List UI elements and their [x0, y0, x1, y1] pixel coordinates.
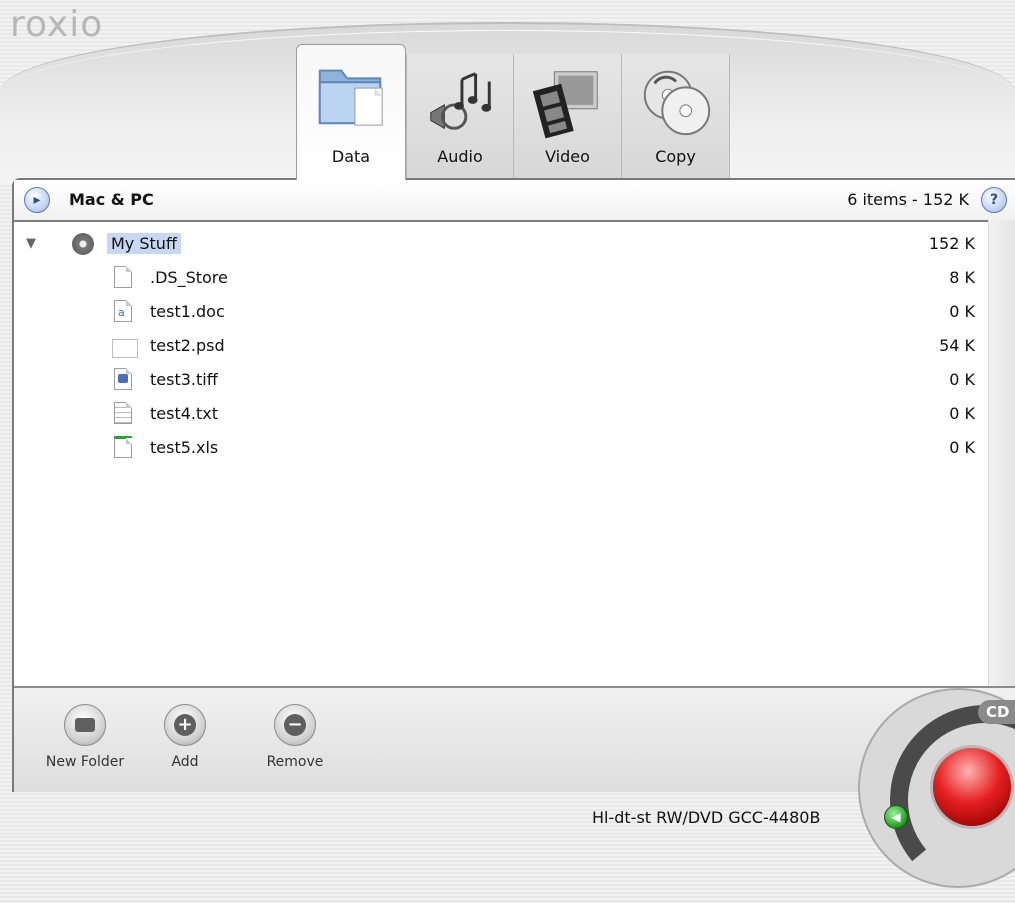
drive-select-icon[interactable]: ◀ [884, 805, 908, 829]
disc-icon [72, 233, 94, 255]
image-file-icon [114, 368, 132, 390]
file-name: .DS_Store [150, 268, 228, 287]
spreadsheet-file-icon [114, 436, 132, 458]
new-folder-button[interactable]: New Folder [40, 704, 130, 770]
list-item[interactable]: test5.xls 0 K [14, 432, 989, 464]
tree-root-name: My Stuff [107, 233, 181, 254]
format-icon[interactable]: ▸ [24, 187, 50, 213]
music-icon [430, 72, 492, 130]
tab-audio[interactable]: Audio [406, 54, 514, 180]
list-item[interactable]: .DS_Store 8 K [14, 262, 989, 294]
tree-root-name-wrap: My Stuff [107, 233, 181, 254]
window-corner-mark: ◦ [1005, 0, 1011, 7]
list-item[interactable]: a test1.doc 0 K [14, 296, 989, 328]
tab-copy[interactable]: Copy [622, 54, 730, 180]
file-name: test5.xls [150, 438, 219, 457]
disc-format-label: Mac & PC [69, 190, 154, 209]
blank-file-icon [112, 339, 138, 358]
list-item[interactable]: test2.psd 54 K [14, 330, 989, 362]
file-size: 0 K [949, 302, 975, 321]
add-label: Add [171, 754, 199, 770]
folder-icon [318, 69, 383, 126]
file-size: 8 K [949, 268, 975, 287]
disc-copy-icon [643, 70, 710, 136]
vertical-scrollbar[interactable] [988, 220, 1015, 688]
file-size: 54 K [939, 336, 975, 355]
project-header: ▸ Mac & PC 6 items - 152 K ? [14, 180, 1015, 222]
add-button[interactable]: + Add [140, 704, 230, 770]
film-icon [532, 71, 598, 139]
help-icon[interactable]: ? [981, 187, 1007, 213]
file-name: test2.psd [150, 336, 225, 355]
file-name: test3.tiff [150, 370, 218, 389]
word-doc-icon: a [114, 300, 132, 322]
tab-data-label: Data [331, 147, 371, 166]
project-summary: 6 items - 152 K [847, 190, 969, 209]
tab-data[interactable]: Data [296, 44, 406, 180]
remove-icon: − [274, 704, 316, 746]
tree-root-row[interactable]: ▼ My Stuff 152 K [14, 228, 989, 260]
new-folder-icon [64, 704, 106, 746]
project-tabs: Data Audio Video Copy [296, 44, 730, 180]
tree-root-size: 152 K [928, 234, 975, 253]
media-type-badge[interactable]: CD [978, 700, 1015, 724]
file-size: 0 K [949, 370, 975, 389]
file-name: test1.doc [150, 302, 225, 321]
new-folder-label: New Folder [45, 754, 125, 770]
project-panel: ▸ Mac & PC 6 items - 152 K ? ▼ My Stuff … [12, 178, 1015, 792]
drive-name: Hl-dt-st RW/DVD GCC-4480B [592, 808, 821, 827]
file-size: 0 K [949, 438, 975, 457]
tab-video-label: Video [545, 147, 590, 166]
text-file-icon [114, 402, 132, 424]
list-item[interactable]: test4.txt 0 K [14, 398, 989, 430]
disclosure-triangle-icon[interactable]: ▼ [26, 236, 36, 251]
remove-button[interactable]: − Remove [250, 704, 340, 770]
tab-audio-label: Audio [437, 147, 483, 166]
add-icon: + [164, 704, 206, 746]
file-size: 0 K [949, 404, 975, 423]
list-item[interactable]: test3.tiff 0 K [14, 364, 989, 396]
burn-button[interactable] [930, 745, 1014, 829]
file-name: test4.txt [150, 404, 219, 423]
tab-copy-label: Copy [655, 147, 696, 166]
remove-label: Remove [266, 754, 324, 770]
roxio-logo: roxio [10, 4, 104, 45]
generic-file-icon [114, 266, 132, 288]
tab-video[interactable]: Video [514, 54, 622, 180]
